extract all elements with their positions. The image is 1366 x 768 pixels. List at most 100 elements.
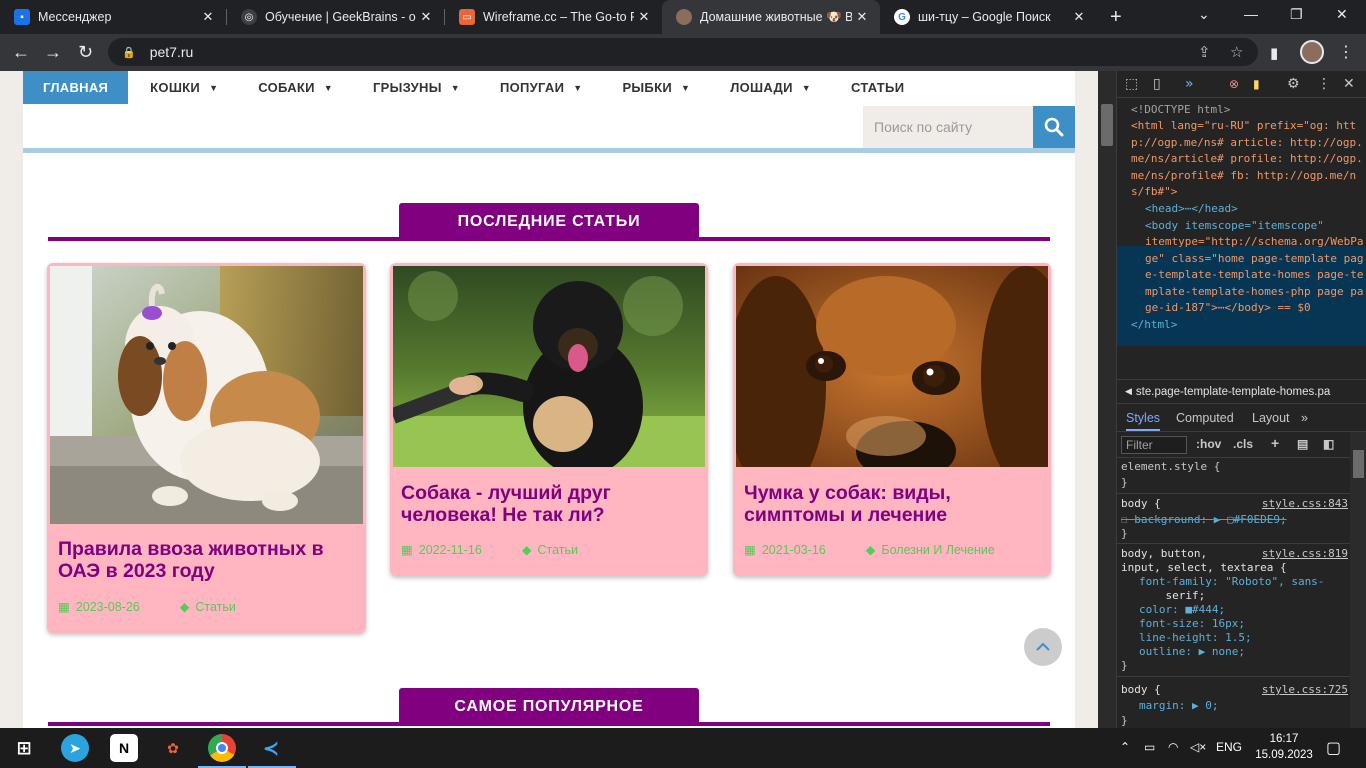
browser-tab[interactable]: ▭ Wireframe.cc – The Go-to Fr ✕ bbox=[445, 0, 662, 34]
notifications-icon[interactable]: ▢ bbox=[1326, 738, 1341, 758]
nav-item-articles[interactable]: СТАТЬИ bbox=[829, 71, 922, 104]
close-tab-icon[interactable]: ✕ bbox=[416, 9, 436, 25]
article-image-beagle[interactable] bbox=[736, 266, 1048, 467]
rule-property[interactable]: color: ■#444; bbox=[1139, 603, 1225, 617]
url-text[interactable]: pet7.ru bbox=[150, 44, 194, 60]
close-devtools-icon[interactable]: ✕ bbox=[1343, 76, 1355, 92]
dom-html-close[interactable]: </html> bbox=[1131, 317, 1366, 334]
rule-selector[interactable]: element.style { bbox=[1121, 460, 1220, 474]
tab-layout[interactable]: Layout bbox=[1252, 411, 1290, 425]
category-link[interactable]: ◆ Болезни И Лечение bbox=[866, 542, 995, 558]
tab-styles[interactable]: Styles bbox=[1126, 411, 1161, 431]
caret-left-icon[interactable]: ◀ bbox=[1125, 386, 1132, 397]
search-button[interactable] bbox=[1033, 106, 1075, 148]
category-link[interactable]: ◆ Статьи bbox=[522, 542, 578, 558]
scrollbar-thumb[interactable] bbox=[1353, 450, 1364, 478]
close-window-icon[interactable]: ✕ bbox=[1336, 6, 1348, 23]
article-card[interactable]: Собака - лучший друг человека! Не так ли… bbox=[390, 263, 708, 576]
dom-body-node[interactable]: <body itemscope="itemscope" bbox=[1145, 218, 1366, 235]
dom-head-node[interactable]: <head>⋯</head> bbox=[1145, 201, 1366, 218]
nav-item-cats[interactable]: КОШКИ ▼ bbox=[128, 71, 236, 104]
battery-icon[interactable]: ▭ bbox=[1144, 740, 1155, 754]
category-link[interactable]: ◆ Статьи bbox=[180, 599, 236, 615]
rule-property[interactable]: font-family: "Roboto", sans- bbox=[1139, 575, 1324, 589]
inspect-element-icon[interactable]: ⬚ bbox=[1125, 76, 1138, 92]
hov-toggle[interactable]: :hov bbox=[1196, 437, 1221, 451]
stylesheet-link[interactable]: style.css:819 bbox=[1262, 547, 1348, 561]
article-card[interactable]: Правила ввоза животных в ОАЭ в 2023 году… bbox=[47, 263, 366, 633]
rule-selector[interactable]: body { bbox=[1121, 497, 1161, 511]
stylesheet-link[interactable]: style.css:725 bbox=[1262, 683, 1348, 697]
side-panel-icon[interactable]: ▮ bbox=[1270, 44, 1278, 62]
nav-item-horses[interactable]: ЛОШАДИ ▼ bbox=[708, 71, 829, 104]
nav-item-rodents[interactable]: ГРЫЗУНЫ ▼ bbox=[351, 71, 478, 104]
tray-chevron-up-icon[interactable]: ⌃ bbox=[1120, 740, 1130, 754]
error-icon[interactable]: ⊗ bbox=[1229, 77, 1239, 91]
browser-menu-icon[interactable]: ⋮ bbox=[1338, 42, 1354, 62]
nav-item-parrots[interactable]: ПОПУГАИ ▼ bbox=[478, 71, 601, 104]
nav-item-dogs[interactable]: СОБАКИ ▼ bbox=[236, 71, 351, 104]
paint-app-icon[interactable]: ✿ bbox=[159, 734, 187, 762]
tab-computed[interactable]: Computed bbox=[1176, 411, 1234, 425]
breadcrumb-text[interactable]: ste.page-template-template-homes.pa bbox=[1136, 386, 1330, 398]
new-rule-plus-icon[interactable]: + bbox=[1271, 435, 1279, 451]
address-bar[interactable]: 🔒 pet7.ru ⇪ ☆ bbox=[108, 38, 1258, 66]
rule-property[interactable]: outline: ▶ none; bbox=[1139, 645, 1245, 659]
telegram-icon[interactable]: ➤ bbox=[61, 734, 89, 762]
article-image-shih-tzu[interactable] bbox=[50, 266, 363, 524]
vscode-icon[interactable]: ≺ bbox=[257, 734, 285, 762]
dom-doctype[interactable]: <!DOCTYPE html> bbox=[1131, 102, 1366, 119]
reload-icon[interactable]: ↻ bbox=[78, 42, 93, 63]
more-tabs-icon[interactable]: » bbox=[1301, 411, 1308, 425]
rule-property[interactable]: ☐ background: ▶ ▢#F0EDE9; bbox=[1121, 513, 1287, 527]
tab-search-chevron-icon[interactable]: ⌄ bbox=[1198, 6, 1210, 23]
new-tab-plus-icon[interactable]: + bbox=[1110, 6, 1122, 29]
stylesheet-link[interactable]: style.css:843 bbox=[1262, 497, 1348, 511]
dom-breadcrumb[interactable]: ◀ ste.page-template-template-homes.pa bbox=[1117, 379, 1366, 404]
browser-tab[interactable]: ◎ Обучение | GeekBrains - об ✕ bbox=[227, 0, 444, 34]
rule-property[interactable]: line-height: 1.5; bbox=[1139, 631, 1252, 645]
chrome-icon[interactable] bbox=[208, 734, 236, 762]
article-title[interactable]: Чумка у собак: виды, симптомы и лечение bbox=[744, 482, 1041, 526]
article-card[interactable]: Чумка у собак: виды, симптомы и лечение … bbox=[733, 263, 1051, 576]
rule-property[interactable]: margin: ▶ 0; bbox=[1139, 699, 1218, 713]
rule-selector[interactable]: body { bbox=[1121, 683, 1161, 697]
minimize-icon[interactable]: — bbox=[1244, 6, 1258, 22]
scroll-to-top-button[interactable] bbox=[1024, 628, 1062, 666]
cls-toggle[interactable]: .cls bbox=[1233, 437, 1253, 451]
nav-item-fish[interactable]: РЫБКИ ▼ bbox=[600, 71, 708, 104]
close-tab-icon[interactable]: ✕ bbox=[852, 9, 872, 25]
device-toolbar-icon[interactable]: ▯ bbox=[1153, 76, 1161, 92]
profile-avatar[interactable] bbox=[1300, 40, 1324, 64]
dom-html-line[interactable]: <html lang="ru-RU" prefix="og: htt bbox=[1131, 118, 1366, 135]
search-input[interactable]: Поиск по сайту bbox=[863, 106, 1033, 148]
page-scrollbar[interactable] bbox=[1098, 71, 1116, 728]
article-title[interactable]: Собака - лучший друг человека! Не так ли… bbox=[401, 482, 698, 526]
sidebar-toggle-icon[interactable]: ◧ bbox=[1323, 437, 1334, 451]
notion-icon[interactable]: N bbox=[110, 734, 138, 762]
scrollbar-thumb[interactable] bbox=[1101, 104, 1113, 146]
language-indicator[interactable]: ENG bbox=[1216, 740, 1242, 754]
styles-filter-input[interactable]: Filter bbox=[1121, 436, 1187, 454]
styles-scrollbar[interactable] bbox=[1350, 432, 1366, 728]
share-icon[interactable]: ⇪ bbox=[1198, 43, 1211, 61]
warning-icon[interactable]: ▮ bbox=[1253, 77, 1260, 91]
paint-icon[interactable]: ▤ bbox=[1297, 437, 1308, 451]
article-image-dog-paw[interactable] bbox=[393, 266, 705, 467]
wifi-icon[interactable]: ◠ bbox=[1168, 740, 1178, 754]
restore-icon[interactable]: ❐ bbox=[1290, 6, 1303, 23]
nav-item-home[interactable]: ГЛАВНАЯ bbox=[23, 71, 129, 104]
devtools-menu-icon[interactable]: ⋮ bbox=[1317, 76, 1331, 92]
rule-property[interactable]: font-size: 16px; bbox=[1139, 617, 1245, 631]
article-title[interactable]: Правила ввоза животных в ОАЭ в 2023 году bbox=[58, 538, 356, 582]
close-tab-icon[interactable]: ✕ bbox=[1069, 9, 1089, 25]
browser-tab[interactable]: ▪ Мессенджер ✕ bbox=[0, 0, 226, 34]
speaker-muted-icon[interactable]: ◁× bbox=[1190, 740, 1206, 754]
rule-selector[interactable]: body, button, bbox=[1121, 547, 1207, 561]
windows-start-icon[interactable]: ⊞ bbox=[10, 734, 38, 762]
rule-selector[interactable]: input, select, textarea { bbox=[1121, 561, 1287, 575]
more-panels-icon[interactable]: » bbox=[1185, 76, 1194, 92]
bookmark-star-icon[interactable]: ☆ bbox=[1230, 43, 1243, 61]
settings-gear-icon[interactable]: ⚙ bbox=[1287, 76, 1300, 92]
system-clock[interactable]: 16:17 15.09.2023 bbox=[1254, 731, 1314, 763]
